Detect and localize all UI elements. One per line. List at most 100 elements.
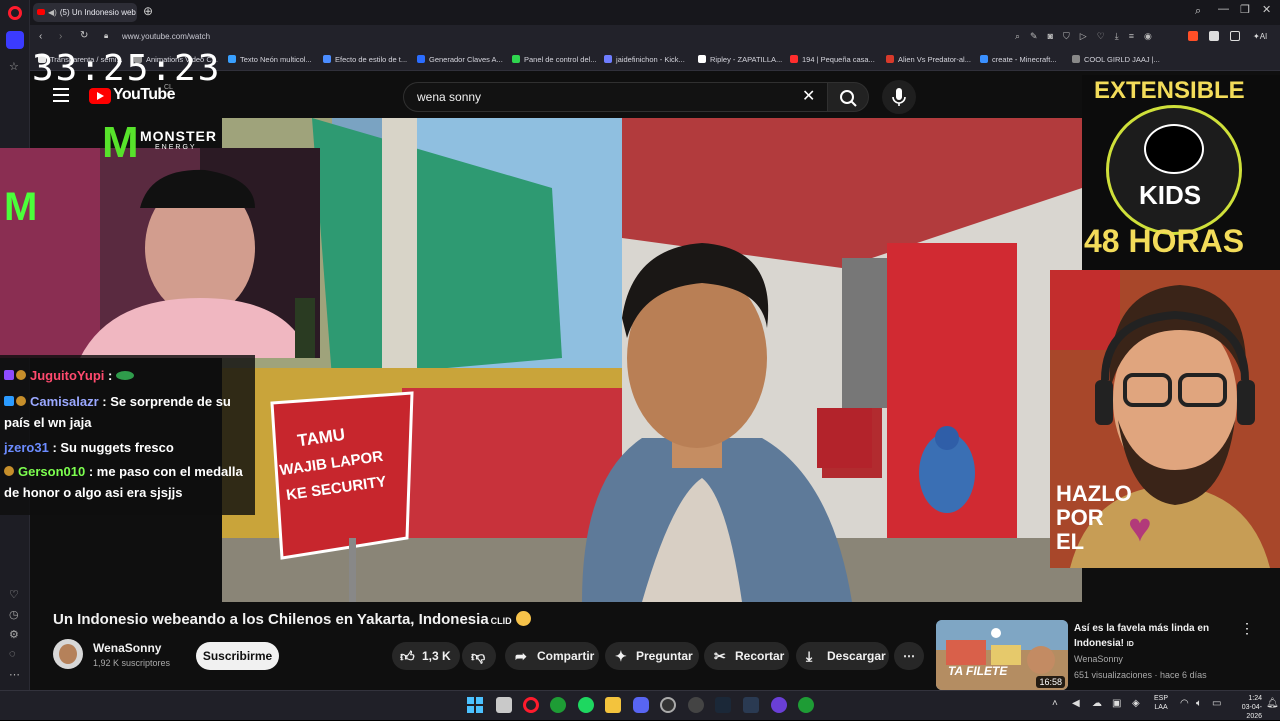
tray-icon[interactable]: ◀: [1072, 698, 1080, 709]
star-icon[interactable]: ☆: [9, 60, 19, 73]
close-window-button[interactable]: ✕: [1262, 3, 1271, 16]
task-view-icon[interactable]: [496, 697, 512, 713]
language-indicator[interactable]: ESP LAA: [1154, 694, 1168, 712]
kids-badge: KIDS: [1106, 105, 1242, 235]
app-2-icon[interactable]: [743, 697, 759, 713]
history-icon[interactable]: ◷: [9, 608, 19, 621]
tab-youtube[interactable]: ◀) (5) Un Indonesio web: [33, 3, 137, 22]
mascot-icon: [1144, 124, 1204, 174]
new-tab-button[interactable]: ⊕: [143, 4, 153, 18]
voice-search-button[interactable]: [882, 80, 916, 114]
recommended-channel[interactable]: WenaSonny: [1074, 654, 1123, 664]
download-icon[interactable]: ⤓: [1115, 31, 1119, 43]
share-button[interactable]: ➦ Compartir: [505, 642, 599, 670]
bookmark-item[interactable]: Ripley - ZAPATILLA...: [698, 54, 782, 66]
url-field[interactable]: www.youtube.com/watch: [122, 30, 210, 44]
stream-chat: JuguitoYupi : Camisalazr : Se sorprende …: [0, 355, 255, 515]
spotify-icon[interactable]: [578, 697, 594, 713]
recommended-title[interactable]: Así es la favela más linda en Indonesia!…: [1074, 621, 1224, 652]
video-duration: 16:58: [1036, 676, 1065, 688]
forward-button[interactable]: ›: [59, 31, 62, 42]
search-button[interactable]: [827, 82, 869, 112]
bookmark-item[interactable]: Alien Vs Predator-al...: [886, 54, 971, 66]
chat-message: jzero31 : Su nuggets fresco: [4, 437, 174, 458]
extension-2-icon[interactable]: [1209, 31, 1219, 41]
shield-icon[interactable]: ⛉: [1063, 31, 1070, 43]
battery-icon[interactable]: ▭: [1212, 698, 1221, 709]
camera-icon[interactable]: ◙: [1048, 31, 1053, 43]
speaker-icon: ◀): [48, 8, 57, 17]
discord-icon[interactable]: [633, 697, 649, 713]
bookmark-item[interactable]: create - Minecraft...: [980, 54, 1057, 66]
steam-icon[interactable]: [715, 697, 731, 713]
back-button[interactable]: ‹: [39, 31, 42, 42]
chat-text: :: [108, 368, 113, 383]
file-explorer-icon[interactable]: [605, 697, 621, 713]
hazlo-line-3: EL: [1056, 529, 1085, 554]
hamburger-menu-icon[interactable]: [53, 88, 69, 102]
obs-icon[interactable]: [660, 697, 676, 713]
ai-button[interactable]: ✦AI: [1253, 30, 1267, 44]
bookmark-item[interactable]: Texto Neón multicol...: [228, 54, 312, 66]
channel-avatar[interactable]: [53, 639, 83, 669]
youtube-logo-icon[interactable]: [89, 88, 111, 104]
subscribe-button[interactable]: Suscribirme: [196, 642, 279, 670]
more-icon[interactable]: ⋯: [9, 668, 20, 681]
xbox-icon[interactable]: [550, 697, 566, 713]
ask-button[interactable]: ✦ Preguntar: [605, 642, 699, 670]
channel-name[interactable]: WenaSonny: [93, 641, 161, 655]
dislike-button[interactable]: 👎︎: [462, 642, 496, 670]
tray-chevron-icon[interactable]: ˄: [1052, 698, 1058, 709]
settings-icon[interactable]: ⚙: [9, 628, 19, 641]
profile-icon[interactable]: ◉: [1144, 31, 1152, 43]
xbox-2-icon[interactable]: [798, 697, 814, 713]
bulb-icon[interactable]: ◌: [9, 648, 16, 660]
heart-icon[interactable]: ♡: [9, 588, 19, 601]
more-actions-button[interactable]: ⋯: [894, 642, 924, 670]
bookmark-item[interactable]: Panel de control del...: [512, 54, 597, 66]
wifi-icon[interactable]: ◠: [1180, 698, 1189, 709]
like-button[interactable]: 👍︎ 1,3 K: [392, 642, 460, 670]
search-icon: [840, 90, 857, 107]
edit-icon[interactable]: ✎: [1030, 31, 1038, 43]
bookmark-item[interactable]: Generador Claves A...: [417, 54, 503, 66]
app-3-icon[interactable]: [771, 697, 787, 713]
home-icon[interactable]: [6, 31, 24, 49]
heart-bm-icon[interactable]: ♡: [1097, 31, 1105, 43]
recommended-title-text: Así es la favela más linda en Indonesia!: [1074, 623, 1210, 649]
bookmark-item[interactable]: 194 | Pequeña casa...: [790, 54, 875, 66]
tray-3-icon[interactable]: ▣: [1112, 698, 1121, 709]
notification-icon[interactable]: 🔔︎: [1266, 698, 1279, 709]
download-button[interactable]: ⤓ Descargar: [796, 642, 889, 670]
bookmark-item[interactable]: jaidefinichon - Kick...: [604, 54, 685, 66]
clear-search-icon[interactable]: ✕: [802, 86, 815, 106]
download-arrow-icon: ⤓: [806, 648, 813, 664]
search-input[interactable]: wena sonny: [403, 82, 833, 112]
app-icon[interactable]: [688, 697, 704, 713]
maximize-button[interactable]: ❐: [1240, 3, 1250, 16]
reload-button[interactable]: ↻: [80, 30, 88, 41]
opera-logo-icon[interactable]: [8, 6, 22, 20]
menu-icon[interactable]: ≡: [1129, 31, 1134, 43]
extension-3-icon[interactable]: [1230, 31, 1240, 41]
start-icon[interactable]: [467, 697, 483, 713]
clip-button[interactable]: ✂ Recortar: [704, 642, 789, 670]
opera-taskbar-icon[interactable]: [523, 697, 539, 713]
bookmark-item[interactable]: Efecto de estilo de t...: [323, 54, 407, 66]
camera-feed: [0, 148, 320, 358]
play-icon[interactable]: ▷: [1080, 31, 1087, 43]
kids-overlay: EXTENSIBLE KIDS 48 HORAS: [1082, 75, 1280, 270]
tab-search-icon[interactable]: ⌕: [1195, 5, 1201, 18]
extension-icon[interactable]: [1188, 31, 1198, 41]
volume-icon[interactable]: 🔈︎: [1196, 698, 1202, 709]
tray-4-icon[interactable]: ◈: [1132, 698, 1140, 709]
tray-2-icon[interactable]: ☁: [1092, 698, 1102, 709]
zoom-icon[interactable]: ⌕: [1015, 31, 1020, 43]
emote-icon: [115, 371, 134, 380]
recommended-thumbnail[interactable]: TA FILETE 16:58: [936, 620, 1068, 690]
bookmark-item[interactable]: COOL GIRLD JAAJ |...: [1072, 54, 1160, 66]
recommended-menu-icon[interactable]: ⋮: [1240, 620, 1254, 637]
minimize-button[interactable]: —: [1218, 3, 1229, 15]
clock[interactable]: 1:24 03-04-2026: [1228, 694, 1262, 721]
video-player[interactable]: TAMU WAJIB LAPOR KE SECURITY: [222, 118, 1082, 602]
